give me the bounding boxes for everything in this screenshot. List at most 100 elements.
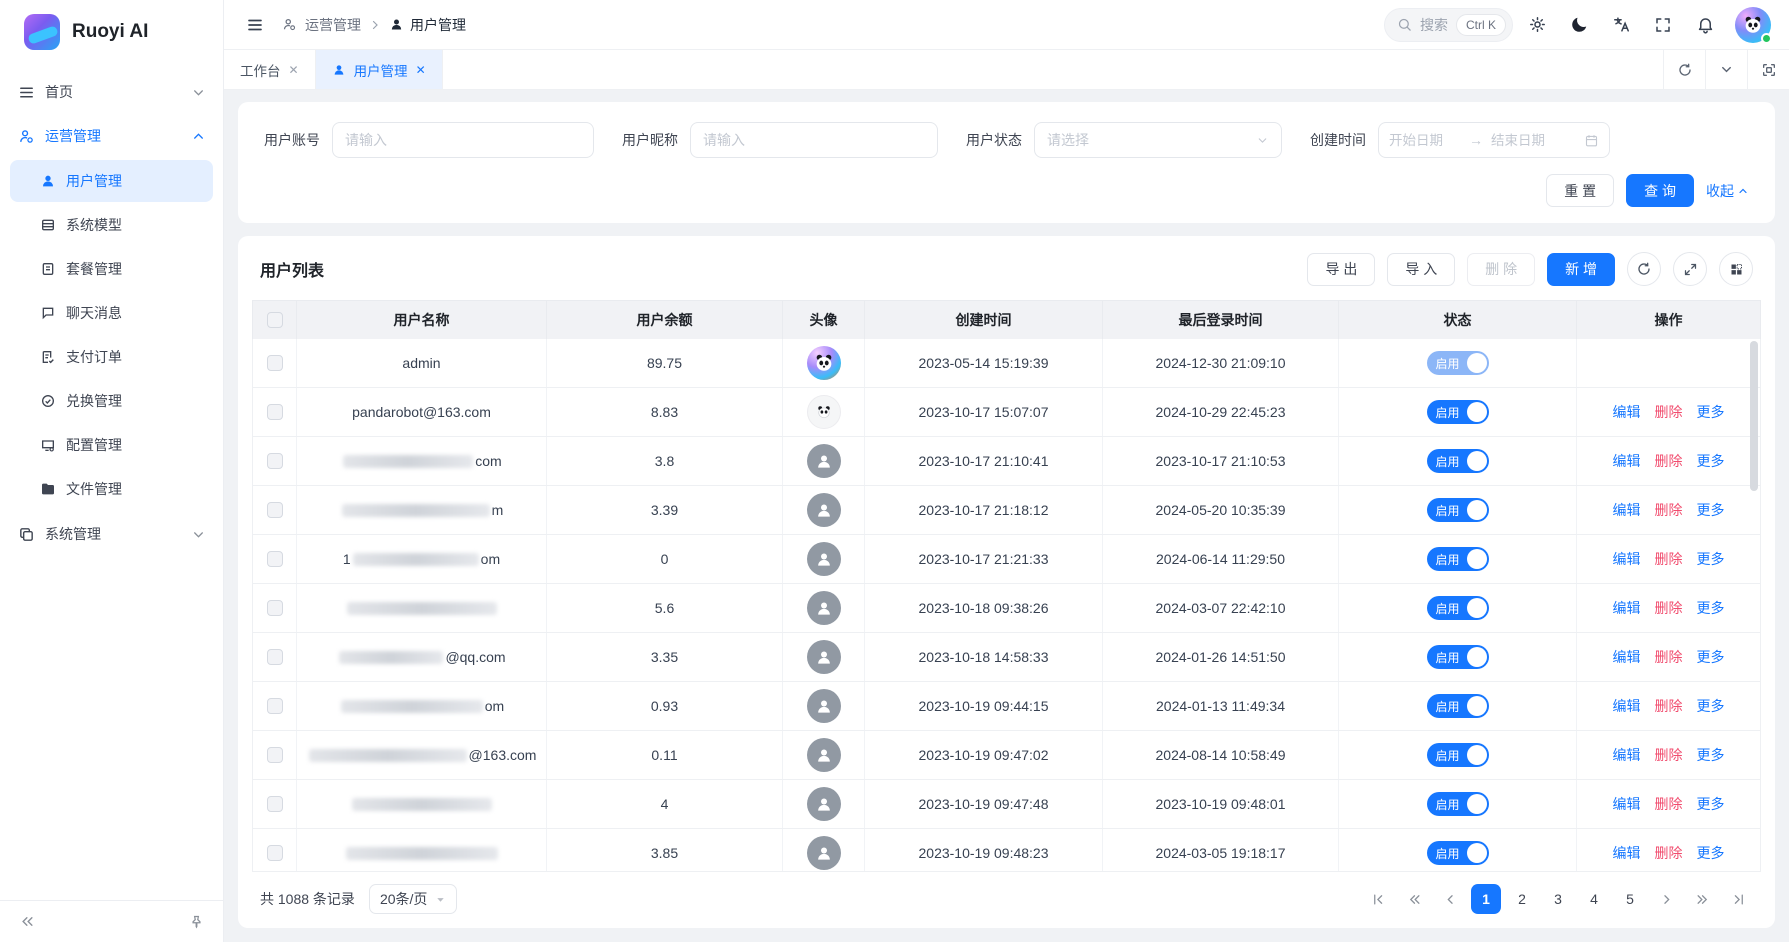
row-checkbox[interactable]: [267, 404, 283, 420]
row-checkbox[interactable]: [267, 355, 283, 371]
fast-next-button[interactable]: [1687, 884, 1717, 914]
close-icon[interactable]: ✕: [289, 63, 299, 77]
settings-gear-icon[interactable]: [1519, 7, 1555, 43]
page-size-select[interactable]: 20条/页: [369, 884, 457, 914]
refresh-page-icon[interactable]: [1663, 50, 1705, 89]
more-link[interactable]: 更多: [1697, 451, 1725, 471]
collapse-filters-link[interactable]: 收起: [1706, 181, 1749, 201]
page-number-1[interactable]: 1: [1471, 884, 1501, 914]
end-date-input[interactable]: [1491, 133, 1563, 148]
status-toggle[interactable]: 启用: [1427, 351, 1489, 375]
prev-page-button[interactable]: [1435, 884, 1465, 914]
edit-link[interactable]: 编辑: [1613, 843, 1641, 863]
more-link[interactable]: 更多: [1697, 696, 1725, 716]
global-search[interactable]: 搜索 Ctrl K: [1384, 8, 1513, 42]
delete-link[interactable]: 删除: [1655, 745, 1683, 765]
last-page-button[interactable]: [1723, 884, 1753, 914]
edit-link[interactable]: 编辑: [1613, 745, 1641, 765]
more-link[interactable]: 更多: [1697, 794, 1725, 814]
edit-link[interactable]: 编辑: [1613, 549, 1641, 569]
translate-icon[interactable]: [1603, 7, 1639, 43]
status-toggle[interactable]: 启用: [1427, 400, 1489, 424]
sidebar-item-user-management[interactable]: 用户管理: [10, 160, 213, 202]
table-scrollbar[interactable]: [1750, 341, 1758, 491]
sidebar-item-home[interactable]: 首页: [0, 70, 223, 114]
page-number-5[interactable]: 5: [1615, 884, 1645, 914]
breadcrumb-parent[interactable]: 运营管理: [305, 15, 361, 35]
row-checkbox[interactable]: [267, 502, 283, 518]
row-checkbox[interactable]: [267, 698, 283, 714]
maximize-content-icon[interactable]: [1747, 50, 1789, 89]
user-avatar[interactable]: [1735, 7, 1771, 43]
row-checkbox[interactable]: [267, 747, 283, 763]
edit-link[interactable]: 编辑: [1613, 696, 1641, 716]
first-page-button[interactable]: [1363, 884, 1393, 914]
delete-link[interactable]: 删除: [1655, 843, 1683, 863]
row-checkbox[interactable]: [267, 649, 283, 665]
edit-link[interactable]: 编辑: [1613, 402, 1641, 422]
refresh-table-icon[interactable]: [1627, 252, 1661, 286]
sidebar-item-file-management[interactable]: 文件管理: [10, 468, 213, 510]
user-account-input[interactable]: [332, 122, 594, 158]
fast-prev-button[interactable]: [1399, 884, 1429, 914]
page-number-4[interactable]: 4: [1579, 884, 1609, 914]
edit-link[interactable]: 编辑: [1613, 500, 1641, 520]
status-toggle[interactable]: 启用: [1427, 694, 1489, 718]
tabs-dropdown-chevron-icon[interactable]: [1705, 50, 1747, 89]
page-number-3[interactable]: 3: [1543, 884, 1573, 914]
reset-button[interactable]: 重 置: [1546, 174, 1614, 207]
delete-button[interactable]: 删 除: [1467, 253, 1535, 286]
row-checkbox[interactable]: [267, 551, 283, 567]
row-checkbox[interactable]: [267, 600, 283, 616]
delete-link[interactable]: 删除: [1655, 598, 1683, 618]
fullscreen-icon[interactable]: [1645, 7, 1681, 43]
select-all-checkbox[interactable]: [267, 312, 283, 328]
tab-workbench[interactable]: 工作台 ✕: [224, 50, 316, 89]
user-nickname-input[interactable]: [690, 122, 938, 158]
column-settings-icon[interactable]: [1719, 252, 1753, 286]
start-date-input[interactable]: [1389, 133, 1461, 148]
edit-link[interactable]: 编辑: [1613, 794, 1641, 814]
row-checkbox[interactable]: [267, 453, 283, 469]
delete-link[interactable]: 删除: [1655, 451, 1683, 471]
sidebar-item-config-management[interactable]: 配置管理: [10, 424, 213, 466]
user-status-select[interactable]: 请选择: [1034, 122, 1282, 158]
sidebar-item-system[interactable]: 系统管理: [0, 512, 223, 556]
tab-user-management[interactable]: 用户管理 ✕: [316, 50, 443, 89]
import-button[interactable]: 导 入: [1387, 253, 1455, 286]
close-icon[interactable]: ✕: [416, 63, 426, 77]
edit-link[interactable]: 编辑: [1613, 451, 1641, 471]
sidebar-item-system-models[interactable]: 系统模型: [10, 204, 213, 246]
sidebar-item-chat-messages[interactable]: 聊天消息: [10, 292, 213, 334]
add-button[interactable]: 新 增: [1547, 253, 1615, 286]
delete-link[interactable]: 删除: [1655, 549, 1683, 569]
more-link[interactable]: 更多: [1697, 647, 1725, 667]
more-link[interactable]: 更多: [1697, 843, 1725, 863]
more-link[interactable]: 更多: [1697, 500, 1725, 520]
dark-mode-moon-icon[interactable]: [1561, 7, 1597, 43]
more-link[interactable]: 更多: [1697, 598, 1725, 618]
more-link[interactable]: 更多: [1697, 745, 1725, 765]
next-page-button[interactable]: [1651, 884, 1681, 914]
row-checkbox[interactable]: [267, 796, 283, 812]
status-toggle[interactable]: 启用: [1427, 498, 1489, 522]
more-link[interactable]: 更多: [1697, 402, 1725, 422]
status-toggle[interactable]: 启用: [1427, 596, 1489, 620]
edit-link[interactable]: 编辑: [1613, 647, 1641, 667]
status-toggle[interactable]: 启用: [1427, 449, 1489, 473]
page-number-2[interactable]: 2: [1507, 884, 1537, 914]
export-button[interactable]: 导 出: [1307, 253, 1375, 286]
more-link[interactable]: 更多: [1697, 549, 1725, 569]
row-checkbox[interactable]: [267, 845, 283, 861]
search-button[interactable]: 查 询: [1626, 174, 1694, 207]
status-toggle[interactable]: 启用: [1427, 645, 1489, 669]
pin-sidebar-button[interactable]: [183, 909, 209, 935]
notification-bell-icon[interactable]: [1687, 7, 1723, 43]
delete-link[interactable]: 删除: [1655, 647, 1683, 667]
delete-link[interactable]: 删除: [1655, 500, 1683, 520]
delete-link[interactable]: 删除: [1655, 696, 1683, 716]
created-time-range-picker[interactable]: →: [1378, 122, 1610, 158]
delete-link[interactable]: 删除: [1655, 402, 1683, 422]
status-toggle[interactable]: 启用: [1427, 792, 1489, 816]
sidebar-item-redeem-management[interactable]: 兑换管理: [10, 380, 213, 422]
